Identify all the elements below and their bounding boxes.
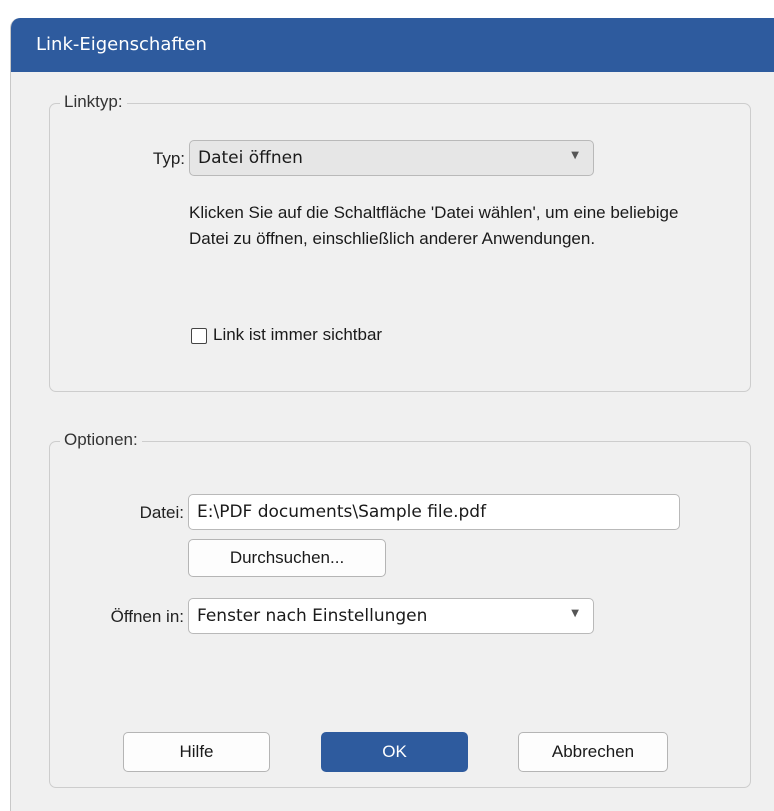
cancel-button-label: Abbrechen <box>551 742 635 761</box>
ok-button[interactable]: OK <box>321 732 468 772</box>
chevron-down-icon: ▼ <box>571 608 579 619</box>
dialog-title: Link-Eigenschaften <box>36 34 207 55</box>
linktype-group-label: Linktyp: <box>60 92 127 112</box>
always-visible-checkbox[interactable] <box>191 328 207 344</box>
file-path-field[interactable]: E:\PDF documents\Sample file.pdf <box>188 494 680 530</box>
open-in-label: Öffnen in: <box>110 607 184 626</box>
help-button[interactable]: Hilfe <box>123 732 270 772</box>
type-dropdown-value: Datei öffnen <box>198 148 303 168</box>
chevron-down-icon: ▼ <box>571 150 579 161</box>
type-label: Typ: <box>152 149 185 168</box>
browse-button[interactable]: Durchsuchen... <box>188 539 386 577</box>
open-in-dropdown-value: Fenster nach Einstellungen <box>197 606 428 626</box>
cancel-button[interactable]: Abbrechen <box>518 732 668 772</box>
ok-button-label: OK <box>382 742 407 761</box>
type-dropdown[interactable]: Datei öffnen ▼ <box>189 140 594 176</box>
title-bar: Link-Eigenschaften <box>11 18 774 72</box>
file-label: Datei: <box>139 503 184 522</box>
options-group-label: Optionen: <box>60 430 142 450</box>
type-description: Klicken Sie auf die Schaltfläche 'Datei … <box>189 203 679 248</box>
help-button-label: Hilfe <box>179 742 214 761</box>
browse-button-label: Durchsuchen... <box>229 548 345 567</box>
open-in-dropdown[interactable]: Fenster nach Einstellungen ▼ <box>188 598 594 634</box>
file-path-value: E:\PDF documents\Sample file.pdf <box>197 502 487 522</box>
link-properties-dialog: Link-Eigenschaften Linktyp: Typ: Datei ö… <box>10 18 774 811</box>
always-visible-label[interactable]: Link ist immer sichtbar <box>213 325 382 345</box>
